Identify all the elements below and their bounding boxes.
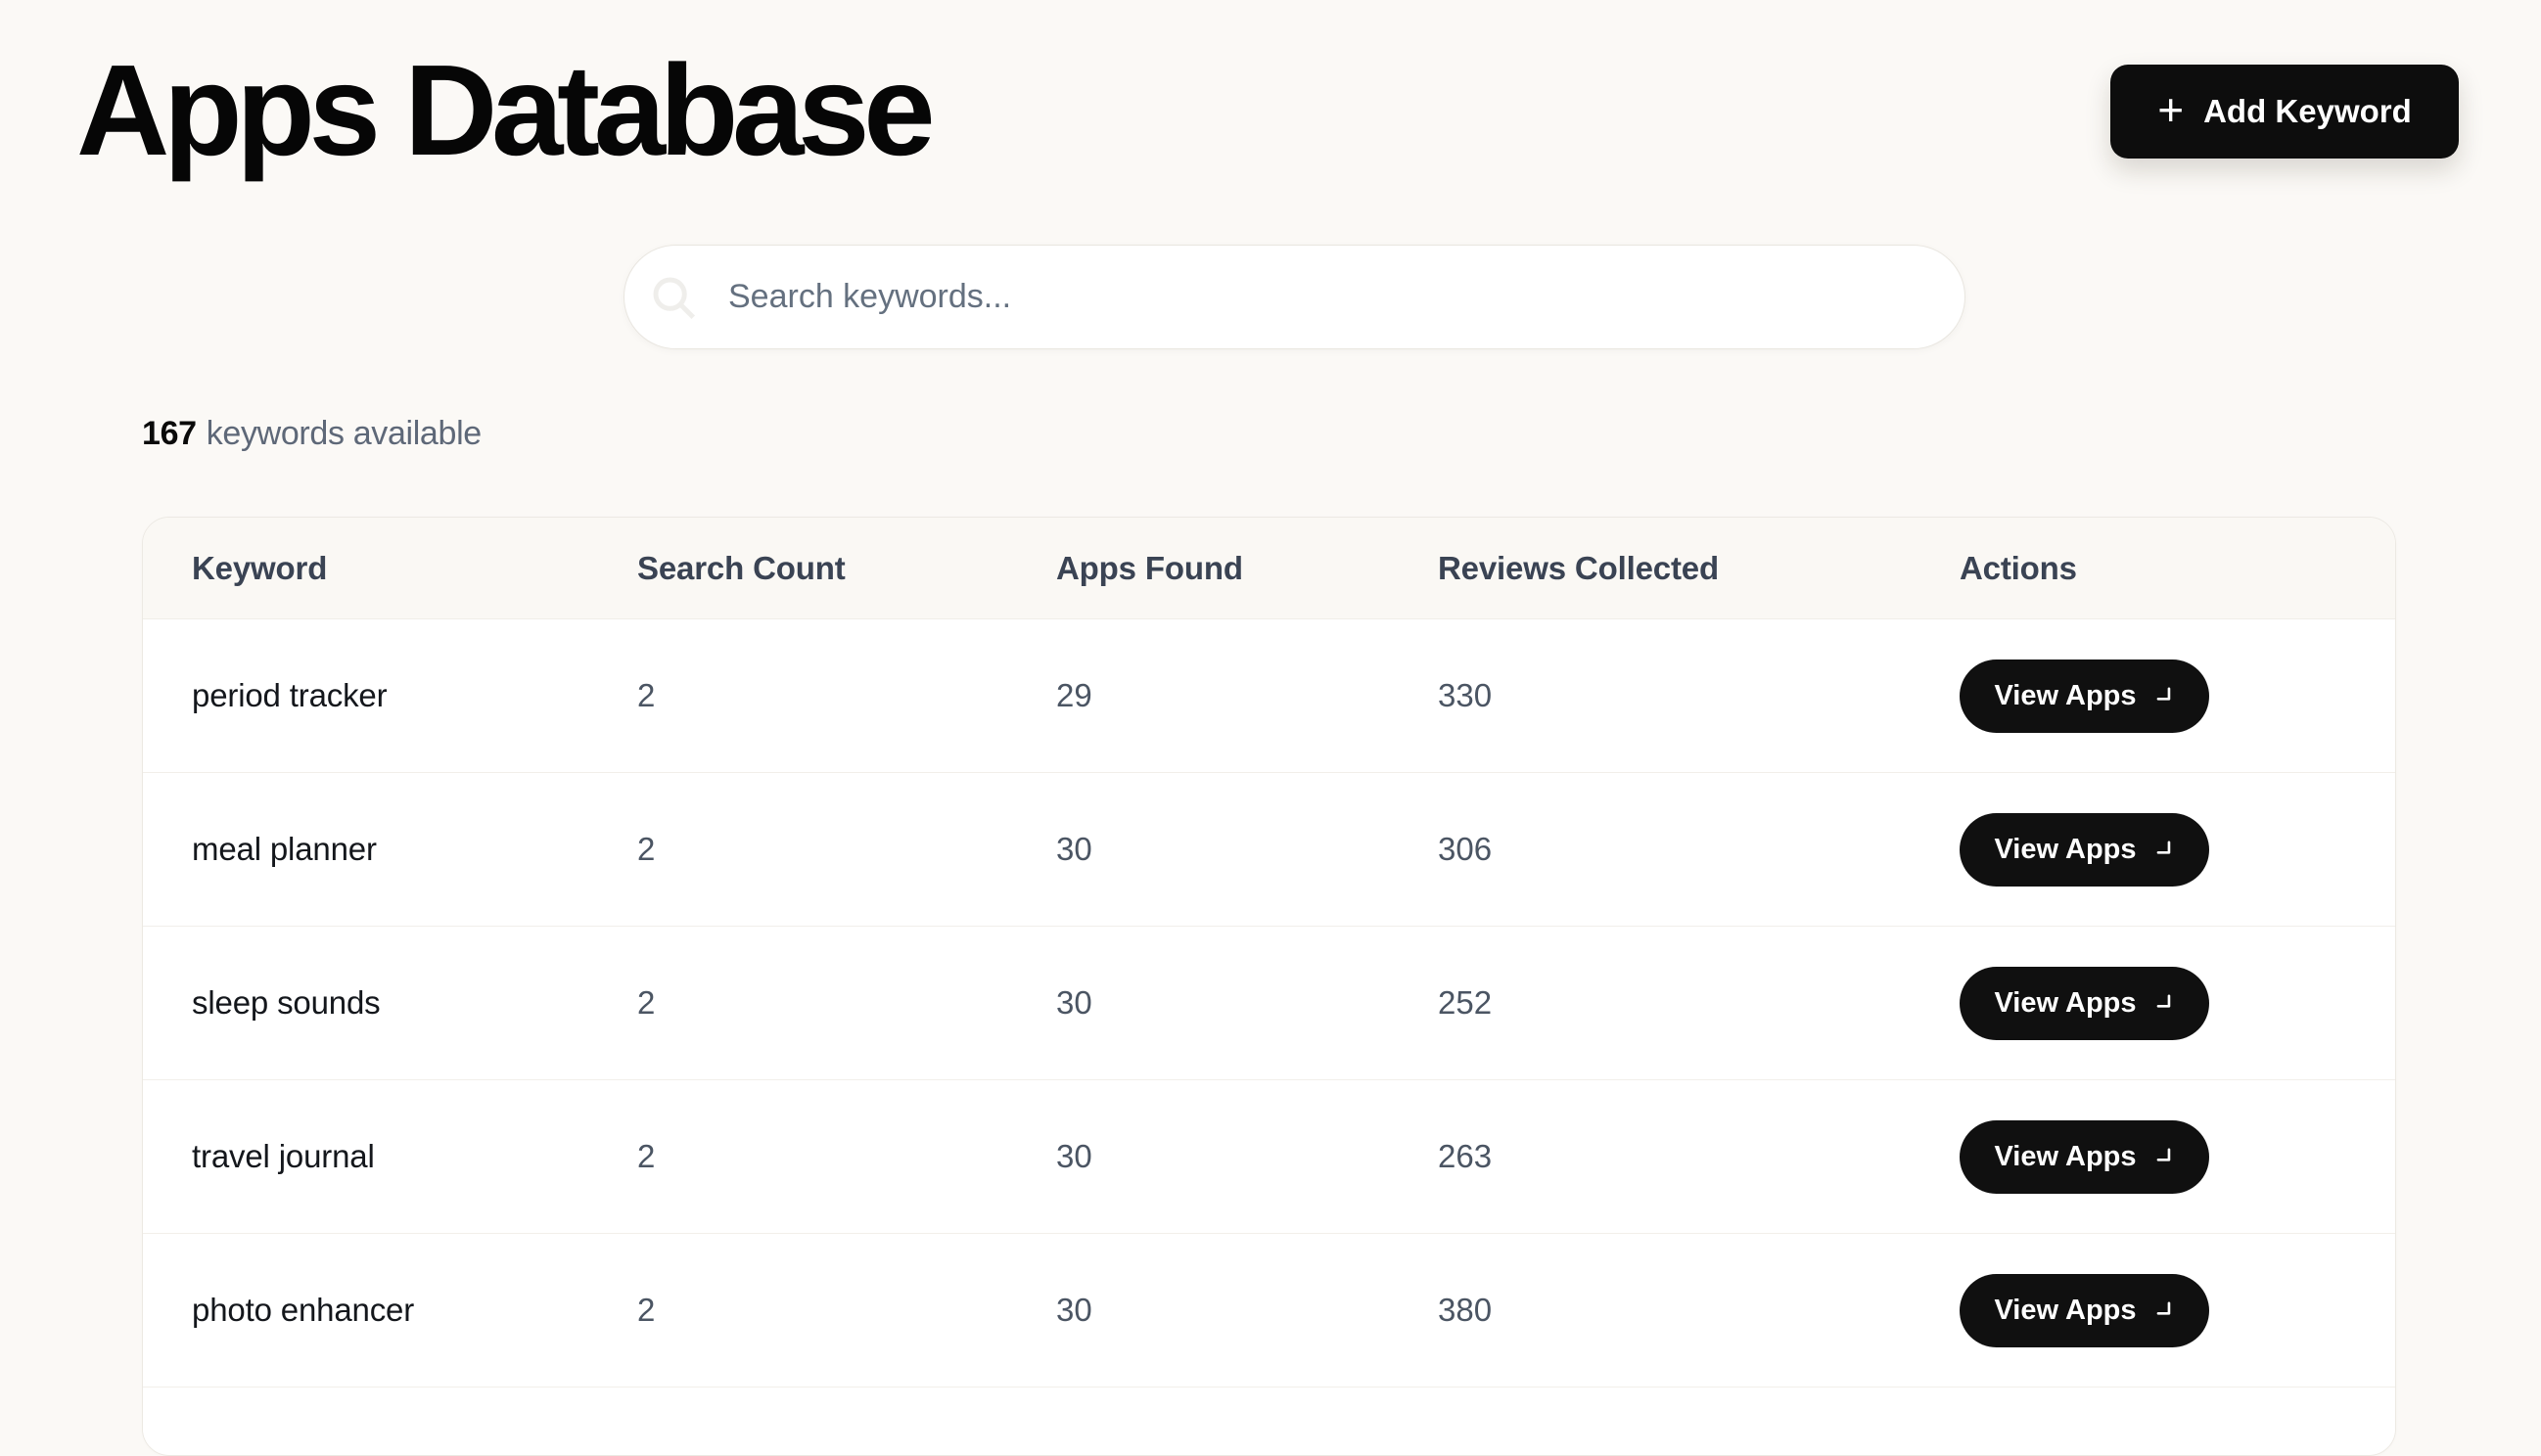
keywords-count: 167 [142,415,197,452]
view-apps-button[interactable]: View Apps [1960,660,2209,733]
table-row: sleep sounds 2 30 252 View Apps [143,927,2395,1080]
keyword-cell: period tracker [192,677,637,714]
reviews-collected-cell: 380 [1438,1292,1960,1329]
column-header-actions: Actions [1960,550,2346,587]
search-count-cell: 2 [637,984,1056,1022]
return-arrow-icon [2153,992,2175,1014]
search-count-cell: 2 [637,1292,1056,1329]
view-apps-label: View Apps [1994,987,2136,1020]
add-keyword-button[interactable]: + Add Keyword [2110,65,2459,159]
table-row: photo enhancer 2 30 380 View Apps [143,1234,2395,1388]
return-arrow-icon [2153,685,2175,706]
search-bar [624,245,1965,349]
keyword-cell: photo enhancer [192,1292,637,1329]
table-row: meal planner 2 30 306 View Apps [143,773,2395,927]
view-apps-label: View Apps [1994,1141,2136,1173]
reviews-collected-cell: 306 [1438,831,1960,868]
search-count-cell: 2 [637,1138,1056,1175]
search-count-cell: 2 [637,677,1056,714]
search-input[interactable] [624,245,1965,349]
search-count-cell: 2 [637,831,1056,868]
table-row-partial [143,1388,2395,1446]
column-header-keyword: Keyword [192,550,637,587]
keywords-summary: 167 keywords available [142,415,482,453]
return-arrow-icon [2153,839,2175,860]
apps-found-cell: 30 [1056,831,1438,868]
keywords-count-label: keywords available [207,415,482,452]
view-apps-button[interactable]: View Apps [1960,1274,2209,1347]
keywords-table-card: Keyword Search Count Apps Found Reviews … [142,517,2396,1456]
view-apps-label: View Apps [1994,834,2136,866]
reviews-collected-cell: 263 [1438,1138,1960,1175]
view-apps-button[interactable]: View Apps [1960,967,2209,1040]
apps-found-cell: 30 [1056,984,1438,1022]
view-apps-button[interactable]: View Apps [1960,1120,2209,1194]
table-header-row: Keyword Search Count Apps Found Reviews … [143,518,2395,619]
plus-icon: + [2157,87,2184,132]
column-header-apps-found: Apps Found [1056,550,1438,587]
table-row: travel journal 2 30 263 View Apps [143,1080,2395,1234]
page-title: Apps Database [76,39,929,181]
apps-found-cell: 30 [1056,1138,1438,1175]
view-apps-button[interactable]: View Apps [1960,813,2209,887]
apps-found-cell: 29 [1056,677,1438,714]
keyword-cell: travel journal [192,1138,637,1175]
apps-database-page: { "page": { "title": "Apps Database" }, … [0,0,2541,1415]
apps-found-cell: 30 [1056,1292,1438,1329]
reviews-collected-cell: 252 [1438,984,1960,1022]
column-header-search-count: Search Count [637,550,1056,587]
reviews-collected-cell: 330 [1438,677,1960,714]
return-arrow-icon [2153,1299,2175,1321]
keyword-cell: sleep sounds [192,984,637,1022]
view-apps-label: View Apps [1994,680,2136,712]
return-arrow-icon [2153,1146,2175,1167]
table-row: period tracker 2 29 330 View Apps [143,619,2395,773]
column-header-reviews-collected: Reviews Collected [1438,550,1960,587]
keyword-cell: meal planner [192,831,637,868]
view-apps-label: View Apps [1994,1295,2136,1327]
add-keyword-label: Add Keyword [2203,93,2412,130]
